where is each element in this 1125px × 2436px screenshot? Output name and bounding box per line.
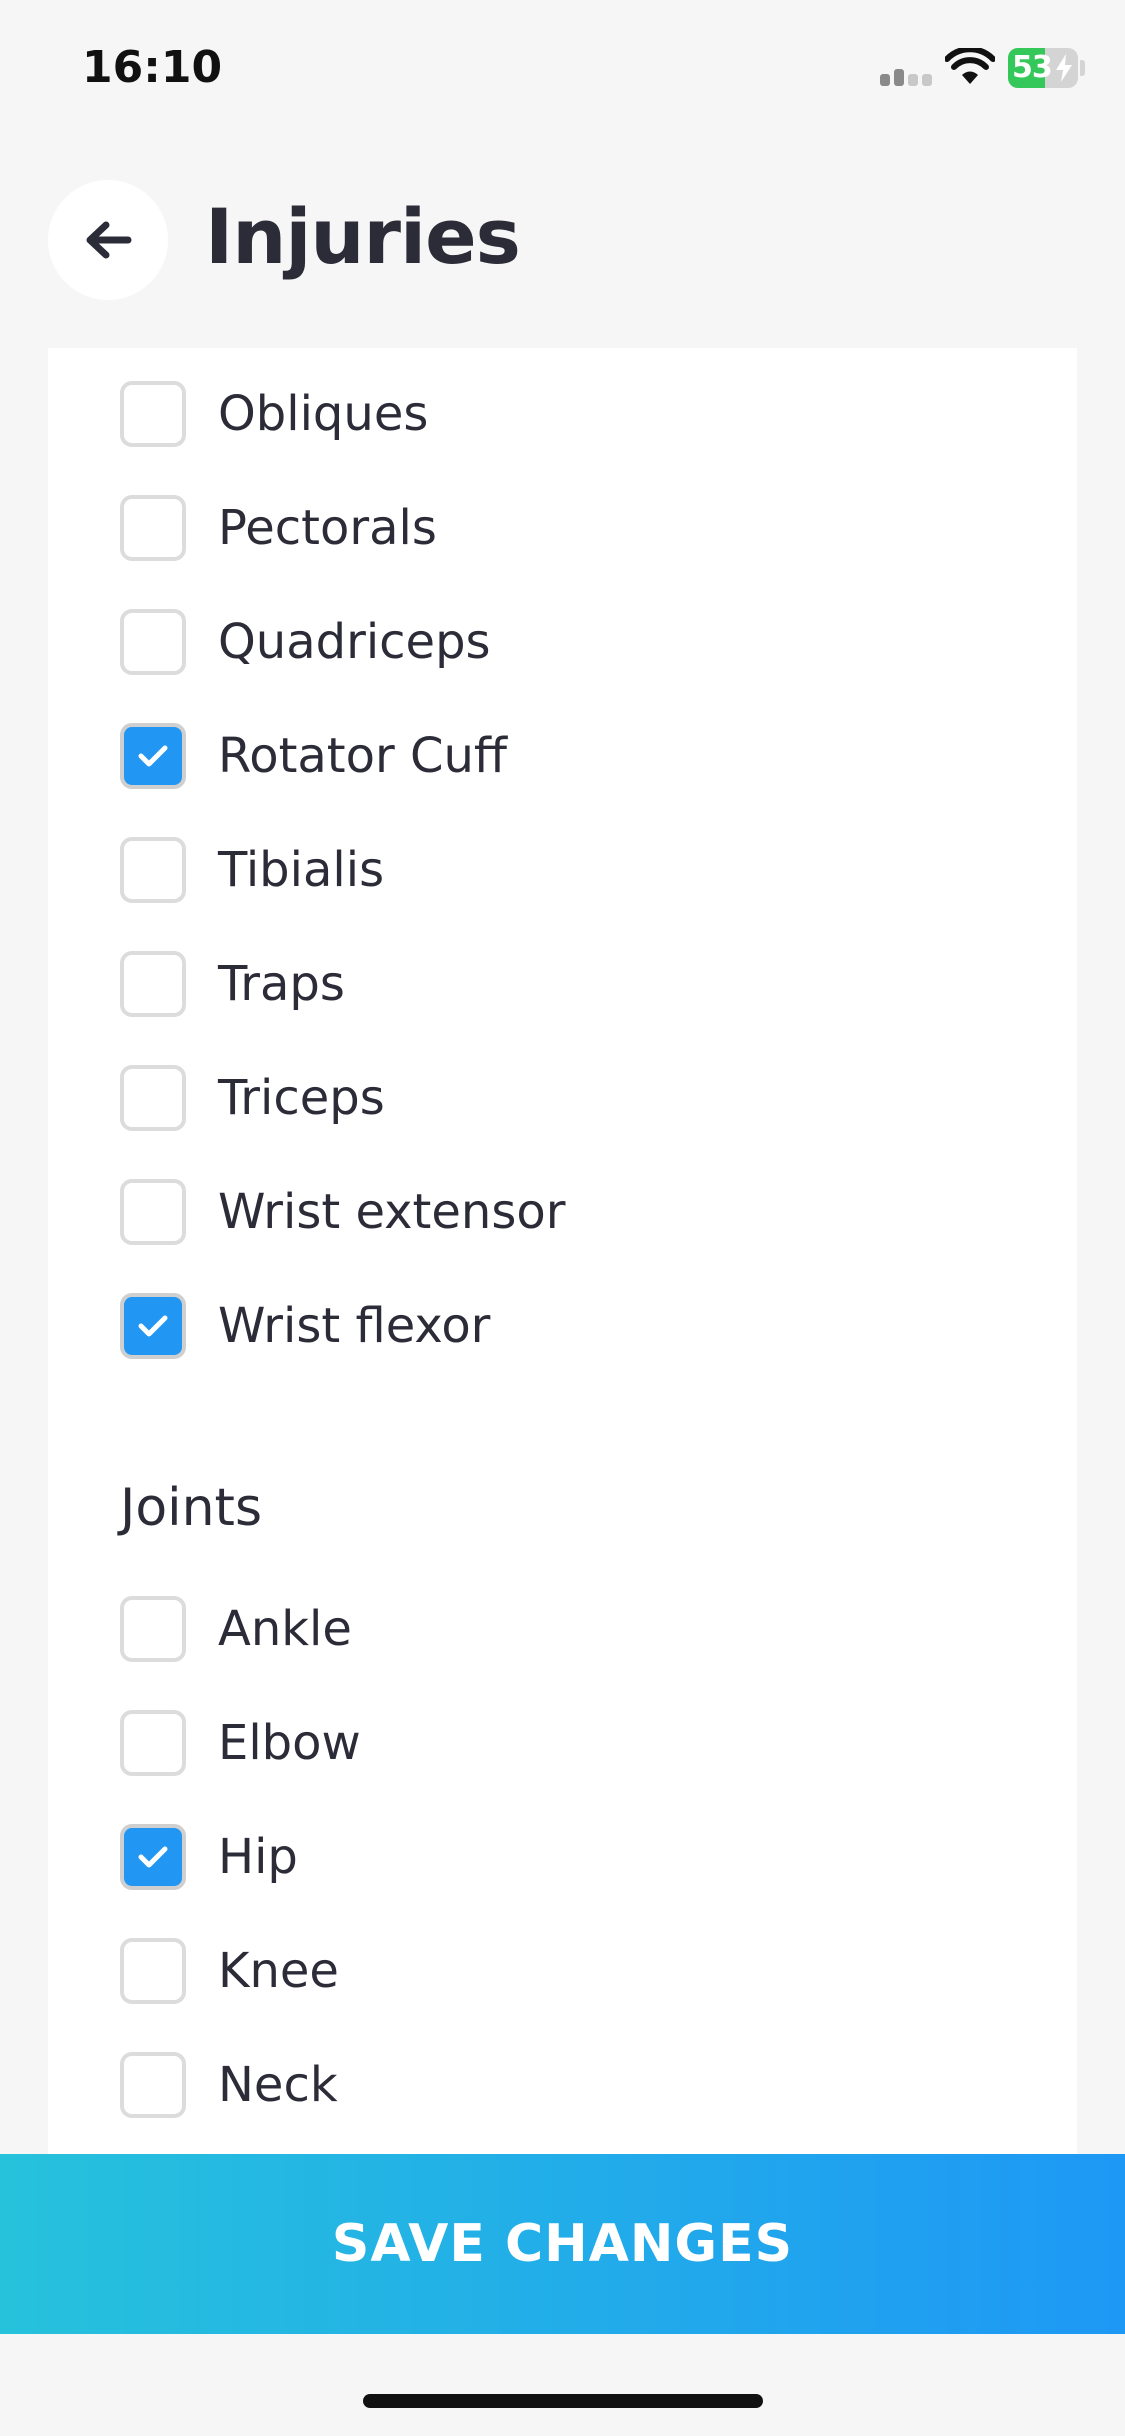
back-button[interactable] [48, 180, 168, 300]
battery-charging-icon: 53 [1008, 48, 1078, 88]
save-changes-label: SAVE CHANGES [331, 2214, 794, 2274]
option-label: Tibialis [218, 842, 385, 898]
option-ankle[interactable]: Ankle [120, 1593, 1020, 1665]
home-indicator [363, 2394, 763, 2408]
arrow-left-icon [86, 221, 132, 259]
checkbox[interactable] [120, 837, 186, 903]
option-elbow[interactable]: Elbow [120, 1707, 1020, 1779]
checkbox[interactable] [120, 1824, 186, 1890]
cellular-signal-icon [880, 62, 934, 86]
checkbox[interactable] [120, 381, 186, 447]
option-rotator-cuff[interactable]: Rotator Cuff [120, 720, 1020, 792]
injuries-screen: 16:10 53 Injuries Obliques Pectorals Qua… [0, 0, 1125, 2436]
option-obliques[interactable]: Obliques [120, 378, 1020, 450]
option-label: Wrist flexor [218, 1298, 491, 1354]
checkbox[interactable] [120, 1938, 186, 2004]
option-traps[interactable]: Traps [120, 948, 1020, 1020]
checkmark-icon [138, 745, 168, 767]
option-wrist-flexor[interactable]: Wrist flexor [120, 1290, 1020, 1362]
option-neck[interactable]: Neck [120, 2049, 1020, 2121]
save-changes-button[interactable]: SAVE CHANGES [0, 2154, 1125, 2334]
option-triceps[interactable]: Triceps [120, 1062, 1020, 1134]
option-label: Knee [218, 1943, 339, 1999]
option-label: Pectorals [218, 500, 437, 556]
battery-cap [1080, 60, 1085, 76]
option-hip[interactable]: Hip [120, 1821, 1020, 1893]
checkbox[interactable] [120, 1179, 186, 1245]
page-title: Injuries [205, 192, 521, 281]
battery-percent: 53 [1012, 50, 1053, 85]
option-knee[interactable]: Knee [120, 1935, 1020, 2007]
option-label: Wrist extensor [218, 1184, 566, 1240]
checkbox[interactable] [120, 495, 186, 561]
option-label: Ankle [218, 1601, 352, 1657]
checkmark-icon [138, 1846, 168, 1868]
status-time: 16:10 [82, 42, 223, 93]
checkbox[interactable] [120, 1596, 186, 1662]
option-label: Traps [218, 956, 345, 1012]
checkbox[interactable] [120, 2052, 186, 2118]
checkbox[interactable] [120, 723, 186, 789]
option-label: Elbow [218, 1715, 361, 1771]
checkbox[interactable] [120, 951, 186, 1017]
option-label: Triceps [218, 1070, 385, 1126]
option-label: Hip [218, 1829, 298, 1885]
option-label: Neck [218, 2057, 338, 2113]
option-label: Rotator Cuff [218, 728, 507, 784]
status-bar: 16:10 53 [0, 0, 1125, 140]
option-label: Obliques [218, 386, 429, 442]
option-quadriceps[interactable]: Quadriceps [120, 606, 1020, 678]
bolt-icon [1056, 54, 1072, 82]
wifi-icon [945, 48, 995, 84]
checkbox[interactable] [120, 1293, 186, 1359]
checkmark-icon [138, 1315, 168, 1337]
option-wrist-extensor[interactable]: Wrist extensor [120, 1176, 1020, 1248]
checkbox[interactable] [120, 1710, 186, 1776]
option-label: Quadriceps [218, 614, 491, 670]
checkbox[interactable] [120, 1065, 186, 1131]
injury-options-list: Obliques Pectorals Quadriceps Rotator Cu… [48, 348, 1077, 2154]
option-tibialis[interactable]: Tibialis [120, 834, 1020, 906]
checkbox[interactable] [120, 609, 186, 675]
section-heading-joints: Joints [120, 1478, 263, 1538]
option-pectorals[interactable]: Pectorals [120, 492, 1020, 564]
